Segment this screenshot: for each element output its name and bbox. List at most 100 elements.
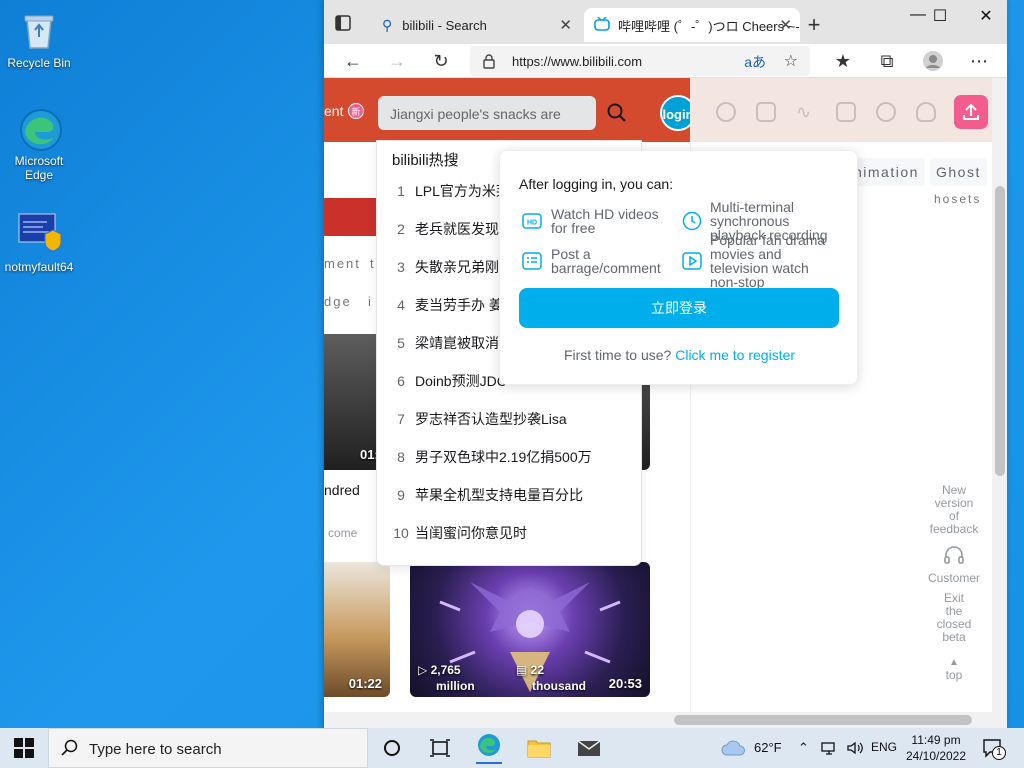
- taskbar-search-box[interactable]: Type here to search: [48, 728, 368, 768]
- play-icon: [682, 251, 702, 271]
- feedback-link[interactable]: New version of feedback: [924, 484, 984, 536]
- more-menu-icon[interactable]: ⋯: [968, 50, 990, 72]
- close-tab-icon[interactable]: ✕: [779, 16, 792, 34]
- hot-search-item[interactable]: 7 罗志祥否认造型抄袭Lisa: [387, 409, 633, 445]
- login-popover: After logging in, you can: HD Watch HD v…: [499, 150, 858, 385]
- search-tab-icon: ⚲: [382, 16, 393, 33]
- clock-time: 11:49 pm: [911, 733, 961, 747]
- comment-icon: [522, 251, 542, 271]
- url-text: https://www.bilibili.com: [512, 54, 643, 69]
- recycle-bin-icon: [17, 8, 61, 52]
- back-to-top-button[interactable]: ▲ top: [924, 656, 984, 682]
- history-icon[interactable]: [876, 102, 896, 122]
- edge-shortcut[interactable]: Microsoft Edge: [1, 106, 77, 182]
- message-icon[interactable]: [756, 102, 776, 122]
- clock-date: 24/10/2022: [905, 749, 967, 763]
- category-sub-fragment[interactable]: hosets: [934, 192, 981, 206]
- refresh-icon[interactable]: ↻: [430, 50, 452, 72]
- search-placeholder: Jiangxi people's snacks are: [390, 106, 561, 122]
- lock-icon[interactable]: [482, 53, 496, 69]
- creation-icon[interactable]: [916, 102, 936, 122]
- notmyfault-shortcut[interactable]: notmyfault64: [1, 212, 77, 274]
- file-explorer-icon[interactable]: [526, 736, 552, 760]
- taskbar: Type here to search 62°F ⌃ ENG 11:49 pm …: [0, 728, 1024, 768]
- collections-icon[interactable]: ⧉: [876, 50, 898, 72]
- close-window-button[interactable]: ✕: [966, 6, 1006, 26]
- network-icon[interactable]: [820, 740, 838, 759]
- horizontal-scrollbar[interactable]: [324, 712, 992, 728]
- hd-icon: HD: [522, 211, 542, 231]
- hot-search-item[interactable]: 8 男子双色球中2.19亿捐500万: [387, 447, 633, 483]
- exit-beta-link[interactable]: Exit the closed beta: [924, 592, 984, 644]
- login-now-button[interactable]: 立即登录: [519, 288, 839, 328]
- video-thumbnail[interactable]: ▷ 2,765 million ▤ 22 thousand 20:53: [410, 562, 650, 697]
- danmaku-count-unit: thousand: [532, 679, 586, 693]
- video-duration: 20:53: [608, 676, 642, 691]
- search-icon: [61, 739, 79, 762]
- action-center-icon[interactable]: 1: [982, 738, 1006, 760]
- nav-ent-fragment[interactable]: ent: [324, 103, 343, 119]
- search-input[interactable]: Jiangxi people's snacks are: [378, 96, 596, 130]
- read-aloud-icon[interactable]: aあ: [744, 52, 766, 72]
- volume-icon[interactable]: [846, 740, 864, 759]
- notmyfault-icon: [17, 212, 62, 256]
- video-title-fragment[interactable]: ndred: [324, 482, 360, 498]
- input-language[interactable]: ENG: [871, 740, 897, 754]
- system-clock[interactable]: 11:49 pm 24/10/2022: [900, 732, 972, 764]
- back-icon[interactable]: ←: [342, 50, 364, 72]
- search-icon[interactable]: [606, 102, 628, 124]
- view-count: ▷ 2,765: [418, 663, 461, 677]
- tab-bilibili-home[interactable]: 哔哩哔哩 (゜-゜)つロ Cheers ~- ✕: [584, 8, 800, 42]
- mail-icon[interactable]: [576, 736, 602, 760]
- view-count-unit: million: [436, 679, 475, 693]
- nav-fragment-ment[interactable]: ment: [324, 256, 361, 271]
- tab-bilibili-search[interactable]: ⚲ bilibili - Search ✕: [372, 8, 580, 42]
- close-tab-icon[interactable]: ✕: [559, 16, 572, 34]
- forward-icon[interactable]: →: [386, 50, 408, 72]
- header-right-area: ∿: [690, 78, 992, 142]
- recycle-bin-shortcut[interactable]: Recycle Bin: [1, 8, 77, 70]
- nav-fragment-t[interactable]: t: [370, 256, 376, 271]
- add-favorite-icon[interactable]: ☆: [784, 51, 798, 71]
- edge-taskbar-icon[interactable]: [476, 732, 502, 764]
- task-view-icon[interactable]: [428, 736, 454, 760]
- hot-search-item[interactable]: 10 当闺蜜问你意见时: [387, 523, 633, 559]
- dynamic-icon[interactable]: ∿: [796, 102, 816, 122]
- favorites-page-icon[interactable]: [836, 102, 856, 122]
- nav-fragment-i[interactable]: i: [368, 294, 373, 309]
- vip-icon[interactable]: [716, 102, 736, 122]
- category-animation[interactable]: nimation: [848, 158, 925, 186]
- browser-toolbar: ← → ↻ https://www.bilibili.com aあ ☆ ★ ⧉ …: [324, 44, 1007, 78]
- horizontal-scroll-thumb[interactable]: [674, 715, 972, 725]
- upload-button[interactable]: [954, 95, 988, 129]
- category-ghost[interactable]: Ghost: [930, 158, 987, 186]
- cortana-icon[interactable]: [380, 736, 406, 760]
- show-hidden-icons-icon[interactable]: ⌃: [798, 740, 809, 756]
- register-prompt: First time to use? Click me to register: [563, 347, 796, 363]
- nav-fragment-dge[interactable]: dge: [324, 294, 352, 309]
- bilibili-tab-icon: [594, 16, 610, 34]
- favorites-icon[interactable]: ★: [832, 50, 854, 72]
- weather-temperature[interactable]: 62°F: [754, 740, 782, 755]
- windows-start-icon[interactable]: [14, 738, 34, 758]
- video-uploader-fragment[interactable]: come: [328, 526, 357, 540]
- upload-icon: [963, 103, 979, 120]
- danmaku-count: ▤ 22: [516, 663, 545, 677]
- address-bar[interactable]: https://www.bilibili.com aあ ☆: [470, 46, 810, 76]
- weather-icon[interactable]: [720, 738, 746, 762]
- tab-title: bilibili - Search: [402, 17, 487, 33]
- register-link[interactable]: Click me to register: [675, 347, 795, 363]
- maximize-button[interactable]: ☐: [920, 6, 960, 26]
- notification-count-badge: 1: [992, 746, 1006, 760]
- video-duration: 01:22: [348, 676, 382, 691]
- tab-actions-icon[interactable]: [334, 14, 352, 32]
- profile-avatar[interactable]: [922, 50, 944, 72]
- video-thumbnail[interactable]: 01:22: [324, 562, 390, 697]
- vertical-scroll-thumb[interactable]: [995, 186, 1005, 476]
- new-tab-button[interactable]: +: [802, 12, 826, 38]
- notmyfault-label: notmyfault64: [4, 260, 74, 274]
- recycle-bin-label: Recycle Bin: [7, 56, 71, 70]
- customer-service-button[interactable]: Customer: [924, 544, 984, 585]
- vertical-scrollbar[interactable]: [992, 78, 1007, 728]
- hot-search-item[interactable]: 9 苹果全机型支持电量百分比: [387, 485, 633, 521]
